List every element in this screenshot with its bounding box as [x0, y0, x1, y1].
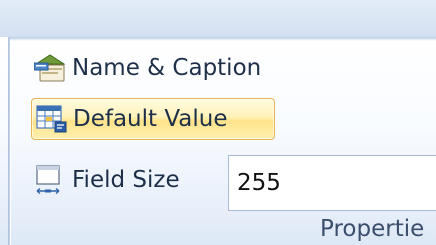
- field-size-label-group: Field Size: [30, 160, 180, 200]
- field-size-icon: [34, 163, 72, 197]
- name-caption-label: Name & Caption: [72, 55, 262, 81]
- name-caption-icon: [34, 51, 72, 85]
- properties-group-label: Propertie: [320, 216, 425, 242]
- field-size-input[interactable]: 255: [228, 155, 436, 211]
- ribbon-tab-strip: [0, 0, 436, 37]
- name-caption-button[interactable]: Name & Caption: [30, 48, 261, 88]
- default-value-icon: [35, 102, 73, 136]
- panel-left-highlight: [10, 40, 11, 245]
- panel-top-border: [8, 37, 436, 41]
- default-value-button[interactable]: Default Value: [31, 98, 275, 140]
- default-value-label: Default Value: [73, 106, 228, 132]
- field-size-label: Field Size: [72, 167, 180, 193]
